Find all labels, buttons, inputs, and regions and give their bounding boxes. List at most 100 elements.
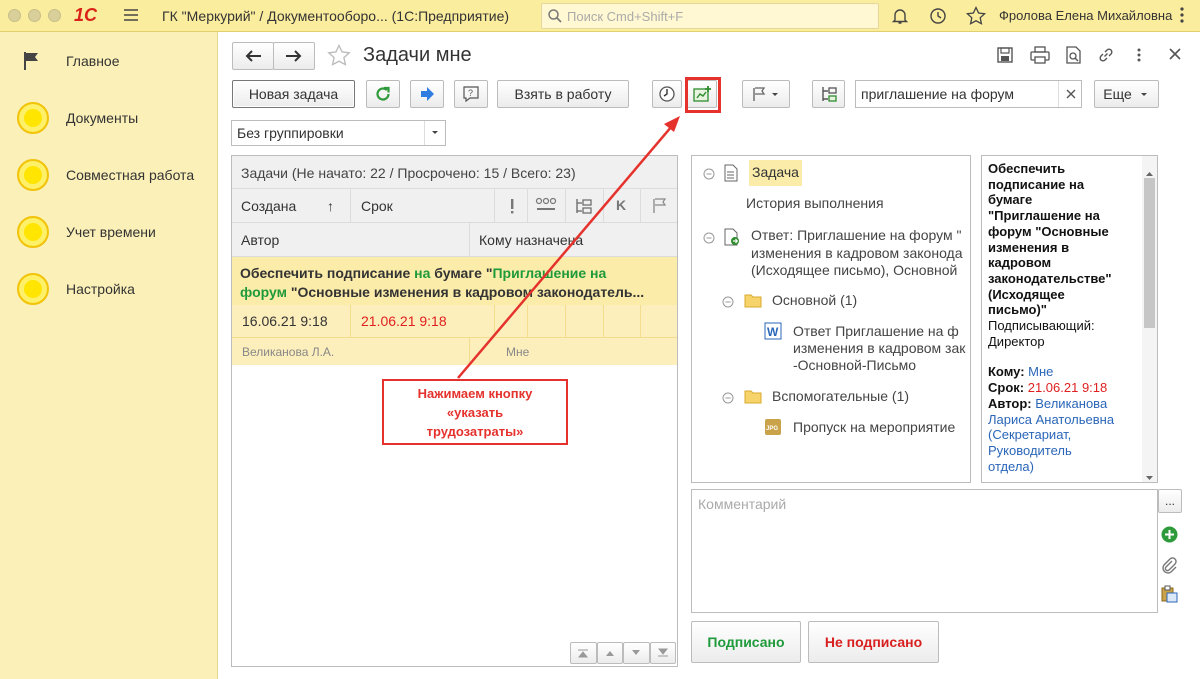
sidebar-item-collaboration[interactable]: Совместная работа [0, 156, 218, 196]
subtask-icon[interactable] [574, 197, 594, 218]
tree-node-answer[interactable]: Ответ: Приглашение на форум " [751, 227, 961, 243]
history-icon[interactable] [928, 6, 948, 29]
task-due: 21.06.21 9:18 [361, 313, 447, 329]
sidebar-item-documents[interactable]: Документы [0, 99, 218, 139]
scroll-down-icon[interactable] [1145, 468, 1154, 482]
detail-to-link[interactable]: Мне [1028, 364, 1053, 379]
jpg-file-icon: JPG [764, 418, 782, 439]
detail-scrollbar[interactable] [1142, 156, 1157, 482]
scroll-bottom-button[interactable] [649, 642, 676, 664]
collapse-icon[interactable] [722, 295, 734, 311]
annotation-line: трудозатраты» [426, 424, 524, 439]
star-icon[interactable] [965, 5, 987, 30]
app-logo: 1С [74, 5, 98, 25]
link-icon[interactable] [1097, 46, 1115, 67]
sidebar-item-settings[interactable]: Настройка [0, 270, 218, 310]
scroll-top-button[interactable] [570, 642, 597, 664]
window-minimize-dot[interactable] [28, 9, 41, 22]
chevron-down-icon[interactable] [424, 121, 445, 145]
take-to-work-button[interactable]: Взять в работу [497, 80, 629, 108]
clock-button[interactable] [652, 80, 682, 108]
sort-ascending-icon[interactable]: ↑ [327, 198, 334, 214]
search-field[interactable]: приглашение на форум [855, 80, 1082, 108]
scroll-thumb[interactable] [1144, 178, 1155, 328]
collapse-icon[interactable] [703, 231, 715, 247]
list-summary-bar: Задачи (Не начато: 22 / Просрочено: 15 /… [232, 156, 677, 189]
column-author[interactable]: Автор [241, 232, 279, 248]
comment-select-button[interactable]: ... [1158, 489, 1182, 513]
collapse-icon[interactable] [703, 167, 715, 183]
tree-node-document[interactable]: Ответ Приглашение на ф [793, 323, 959, 339]
tree-node-document-line: -Основной-Письмо [793, 357, 917, 373]
forward-task-button[interactable] [410, 80, 444, 108]
close-icon[interactable] [1167, 46, 1183, 65]
task-tree: Задача История выполнения Ответ: Приглаш… [691, 155, 971, 483]
collapse-icon[interactable] [722, 391, 734, 407]
column-header-row: Создана ↑ Срок K [232, 189, 677, 223]
save-icon[interactable] [996, 46, 1014, 67]
preview-icon[interactable] [1064, 46, 1082, 67]
forward-button[interactable] [273, 42, 315, 70]
column-assigned[interactable]: Кому назначена [479, 232, 583, 248]
back-button[interactable] [232, 42, 274, 70]
table-row[interactable]: Обеспечить подписание на бумаге "Приглаш… [232, 257, 677, 366]
task-title-text: "Основные изменения в кадровом законодат… [286, 284, 645, 300]
sidebar-item-time-tracking[interactable]: Учет времени [0, 213, 218, 253]
task-title-match: форум [240, 284, 287, 300]
detail-signer-label: Подписывающий: [988, 318, 1095, 334]
column-k[interactable]: K [616, 197, 626, 213]
tree-node-task[interactable]: Задача [749, 160, 802, 186]
sidebar-item-main[interactable]: Главное [0, 42, 218, 82]
menu-icon[interactable] [122, 6, 142, 24]
add-icon[interactable] [1161, 526, 1178, 546]
tree-node-history[interactable]: История выполнения [746, 195, 884, 211]
detail-to-label: Кому: [988, 364, 1025, 380]
outgoing-document-icon [724, 228, 740, 249]
flag-column-icon[interactable] [651, 197, 669, 218]
favorite-star-icon[interactable] [326, 43, 352, 72]
print-icon[interactable] [1030, 46, 1050, 67]
page-title: Задачи мне [363, 44, 472, 66]
global-search-input[interactable]: Поиск Cmd+Shift+F [541, 3, 879, 29]
tree-node-folder-aux[interactable]: Вспомогательные (1) [772, 388, 909, 404]
task-detail: Обеспечить подписание на бумаге "Приглашени… [981, 155, 1158, 483]
refresh-button[interactable] [366, 80, 400, 108]
scroll-down-button[interactable] [623, 642, 650, 664]
tree-node-pass[interactable]: Пропуск на мероприятие [793, 419, 955, 435]
sidebar-item-label: Учет времени [66, 224, 156, 240]
column-created[interactable]: Создана [241, 198, 296, 214]
detail-author-link[interactable]: Великанова [1035, 396, 1107, 411]
folder-icon [744, 292, 762, 311]
comment-field[interactable]: Комментарий [691, 489, 1158, 613]
more-actions-button[interactable]: Еще [1094, 80, 1159, 108]
clear-search-icon[interactable] [1058, 81, 1082, 107]
section-circle-icon [17, 273, 49, 305]
detail-due-value: 21.06.21 9:18 [1027, 380, 1108, 396]
user-name[interactable]: Фролова Елена Михайловна [999, 8, 1172, 23]
not-signed-button[interactable]: Не подписано [808, 621, 939, 663]
hierarchy-button[interactable] [812, 80, 845, 108]
tree-node-folder-main[interactable]: Основной (1) [772, 292, 857, 308]
attachment-icon[interactable] [1161, 556, 1177, 577]
new-task-button[interactable]: Новая задача [232, 80, 355, 108]
task-assigned: Мне [506, 345, 530, 359]
detail-author-label: Автор: [988, 395, 1032, 411]
bell-icon[interactable] [890, 6, 910, 29]
scroll-up-button[interactable] [596, 642, 623, 664]
svg-text:?: ? [468, 88, 473, 98]
paste-icon[interactable] [1160, 585, 1178, 606]
flag-dropdown-button[interactable] [742, 80, 790, 108]
status-icon[interactable] [535, 197, 557, 218]
column-due[interactable]: Срок [361, 198, 393, 214]
signed-button[interactable]: Подписано [691, 621, 801, 663]
tree-node-answer-line: (Исходящее письмо), Основной [751, 262, 958, 278]
importance-icon[interactable] [508, 198, 516, 217]
flag-icon [22, 50, 42, 75]
more-menu-icon[interactable] [1172, 5, 1192, 28]
window-maximize-dot[interactable] [48, 9, 61, 22]
help-button[interactable]: ? [454, 80, 488, 108]
search-icon [547, 8, 563, 27]
grouping-select[interactable]: Без группировки [231, 120, 446, 146]
form-more-icon[interactable] [1131, 46, 1147, 67]
window-close-dot[interactable] [8, 9, 21, 22]
